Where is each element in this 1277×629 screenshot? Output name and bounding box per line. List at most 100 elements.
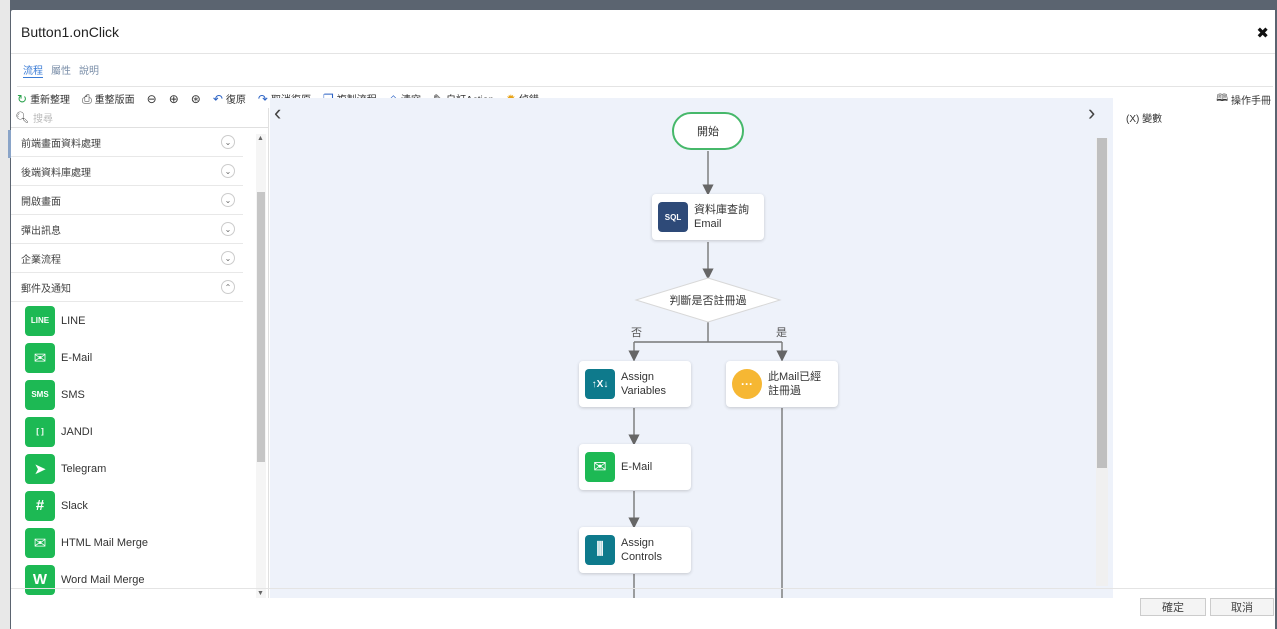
registered-message-line1: 此Mail已經	[768, 371, 822, 383]
flow-canvas[interactable]: ‹ › 判斷是否註冊過 開始 SQL 資料庫查詢 Email 否 是 ↑X↓ A…	[270, 98, 1113, 598]
chevron-down-icon[interactable]: ⌄	[221, 222, 235, 236]
category-item[interactable]: 郵件及通知 ⌃	[11, 273, 243, 302]
tab-bar: 流程 屬性 說明	[23, 62, 99, 78]
canvas-scroll-thumb[interactable]	[1097, 138, 1107, 468]
close-icon[interactable]: ✖	[1256, 24, 1269, 42]
start-label: 開始	[697, 126, 719, 138]
layout-icon: ⎙	[82, 91, 92, 106]
search-icon: 🔍︎	[15, 112, 29, 124]
tool-label: JANDI	[61, 425, 93, 438]
undo-button[interactable]: ↶ 復原	[212, 91, 246, 107]
arrange-view-button[interactable]: ⎙ 重整版面	[82, 91, 135, 107]
ok-button[interactable]: 確定	[1140, 598, 1206, 616]
line-icon: LINE	[25, 305, 55, 336]
variables-label[interactable]: (X) 變數	[1126, 110, 1162, 125]
tool-label: SMS	[61, 388, 85, 401]
sms-icon: SMS	[25, 379, 55, 410]
variables-panel: (X) 變數	[1114, 98, 1264, 598]
tab-properties[interactable]: 屬性	[51, 62, 71, 78]
html-mail-merge-icon: ✉	[25, 527, 55, 558]
dialog-titlebar: Button1.onClick	[11, 10, 1275, 54]
assign-variables-node[interactable]: ↑X↓ Assign Variables	[579, 361, 691, 407]
category-item[interactable]: 後端資料庫處理 ⌄	[11, 157, 243, 186]
branch-no-label: 否	[631, 327, 642, 339]
category-label: 開啟畫面	[21, 196, 61, 208]
tool-item[interactable]: LINE LINE	[11, 302, 268, 339]
toolbox-scroll-thumb[interactable]	[257, 192, 265, 462]
registered-message-line2: 註冊過	[768, 385, 801, 397]
category-label: 前端畫面資料處理	[21, 138, 101, 150]
category-item[interactable]: 彈出訊息 ⌄	[11, 215, 243, 244]
assign-variables-line2: Variables	[621, 385, 667, 397]
tool-item[interactable]: SMS SMS	[11, 376, 268, 413]
chevron-down-icon[interactable]: ⌄	[221, 164, 235, 178]
category-label: 企業流程	[21, 254, 61, 266]
tool-item[interactable]: ➤ Telegram	[11, 450, 268, 487]
cancel-button[interactable]: 取消	[1210, 598, 1274, 616]
tool-label: Slack	[61, 499, 88, 512]
assign-controls-line2: Controls	[621, 551, 662, 563]
backdrop	[0, 0, 10, 629]
toolbox-search[interactable]: 🔍︎ 搜尋	[11, 108, 268, 128]
chevron-down-icon[interactable]: ⌄	[221, 251, 235, 265]
flow-connectors: 判斷是否註冊過	[628, 151, 788, 598]
tool-label: E-Mail	[61, 351, 93, 364]
dialog-title: Button1.onClick	[21, 23, 120, 40]
tool-item[interactable]: # Slack	[11, 487, 268, 524]
assign-controls-node[interactable]: ⫼ Assign Controls	[579, 527, 691, 573]
canvas-scrollbar[interactable]	[1096, 138, 1108, 586]
zoom-out-icon: ⊖	[146, 91, 157, 106]
mail-icon: ✉	[585, 452, 615, 482]
category-item[interactable]: 開啟畫面 ⌄	[11, 186, 243, 215]
tab-description[interactable]: 說明	[79, 62, 99, 78]
tool-label: HTML Mail Merge	[61, 536, 148, 549]
search-placeholder: 搜尋	[32, 114, 53, 125]
chevron-up-icon[interactable]: ⌃	[221, 280, 235, 294]
toolbox-panel: 🔍︎ 搜尋 前端畫面資料處理 ⌄ 後端資料庫處理 ⌄ 開啟畫面 ⌄ 彈出訊息 ⌄ 企業流程 ⌄ 郵件…	[11, 108, 269, 598]
zoom-in-icon: ⊕	[168, 91, 179, 106]
toolbox-scrollbar[interactable]: ▲ ▼	[256, 134, 266, 598]
db-query-title: 資料庫查詢	[694, 204, 749, 216]
db-query-node[interactable]: SQL 資料庫查詢 Email	[652, 194, 764, 240]
fit-view-button[interactable]: ⊛	[191, 93, 201, 105]
scroll-up-icon[interactable]: ▲	[257, 135, 264, 142]
tab-flow[interactable]: 流程	[23, 62, 43, 78]
mail-icon: ✉	[25, 342, 55, 373]
sql-icon: SQL	[658, 202, 688, 232]
email-node[interactable]: ✉ E-Mail	[579, 444, 691, 490]
slack-icon: #	[25, 490, 55, 521]
tool-label: Word Mail Merge	[61, 573, 145, 586]
tool-item[interactable]: [ ] JANDI	[11, 413, 268, 450]
dialog-footer: 確定 取消	[11, 588, 1275, 619]
category-item[interactable]: 企業流程 ⌄	[11, 244, 243, 273]
category-label: 彈出訊息	[21, 225, 61, 237]
jandi-icon: [ ]	[25, 416, 55, 447]
assign-controls-icon: ⫼	[585, 535, 615, 565]
zoom-out-button[interactable]: ⊖	[147, 93, 157, 105]
chevron-down-icon[interactable]: ⌄	[221, 135, 235, 149]
redo-icon: ↷	[257, 91, 268, 106]
start-node[interactable]: 開始	[672, 112, 744, 150]
chevron-down-icon[interactable]: ⌄	[221, 193, 235, 207]
decision-label: 判斷是否註冊過	[670, 294, 747, 307]
fit-view-icon: ⊛	[190, 91, 201, 106]
rearrange-button[interactable]: ↻ 重新整理	[17, 91, 70, 107]
chat-bubble-icon: ···	[732, 369, 762, 399]
registered-message-node[interactable]: ··· 此Mail已經 註冊過	[726, 361, 838, 407]
assign-variables-line1: Assign	[621, 371, 655, 383]
assign-variables-icon: ↑X↓	[585, 369, 615, 399]
category-label: 後端資料庫處理	[21, 167, 91, 179]
tool-item[interactable]: ✉ HTML Mail Merge	[11, 524, 268, 561]
tool-label: Telegram	[61, 462, 107, 475]
tool-label: LINE	[61, 314, 86, 327]
db-query-subtitle: Email	[694, 218, 722, 230]
zoom-in-button[interactable]: ⊕	[169, 93, 179, 105]
refresh-icon: ↻	[17, 91, 28, 106]
email-node-label: E-Mail	[621, 461, 653, 473]
tool-item[interactable]: ✉ E-Mail	[11, 339, 268, 376]
category-label: 郵件及通知	[21, 283, 71, 295]
assign-controls-line1: Assign	[621, 537, 655, 549]
branch-yes-label: 是	[776, 327, 787, 339]
undo-icon: ↶	[212, 91, 223, 106]
category-item[interactable]: 前端畫面資料處理 ⌄	[11, 128, 243, 157]
